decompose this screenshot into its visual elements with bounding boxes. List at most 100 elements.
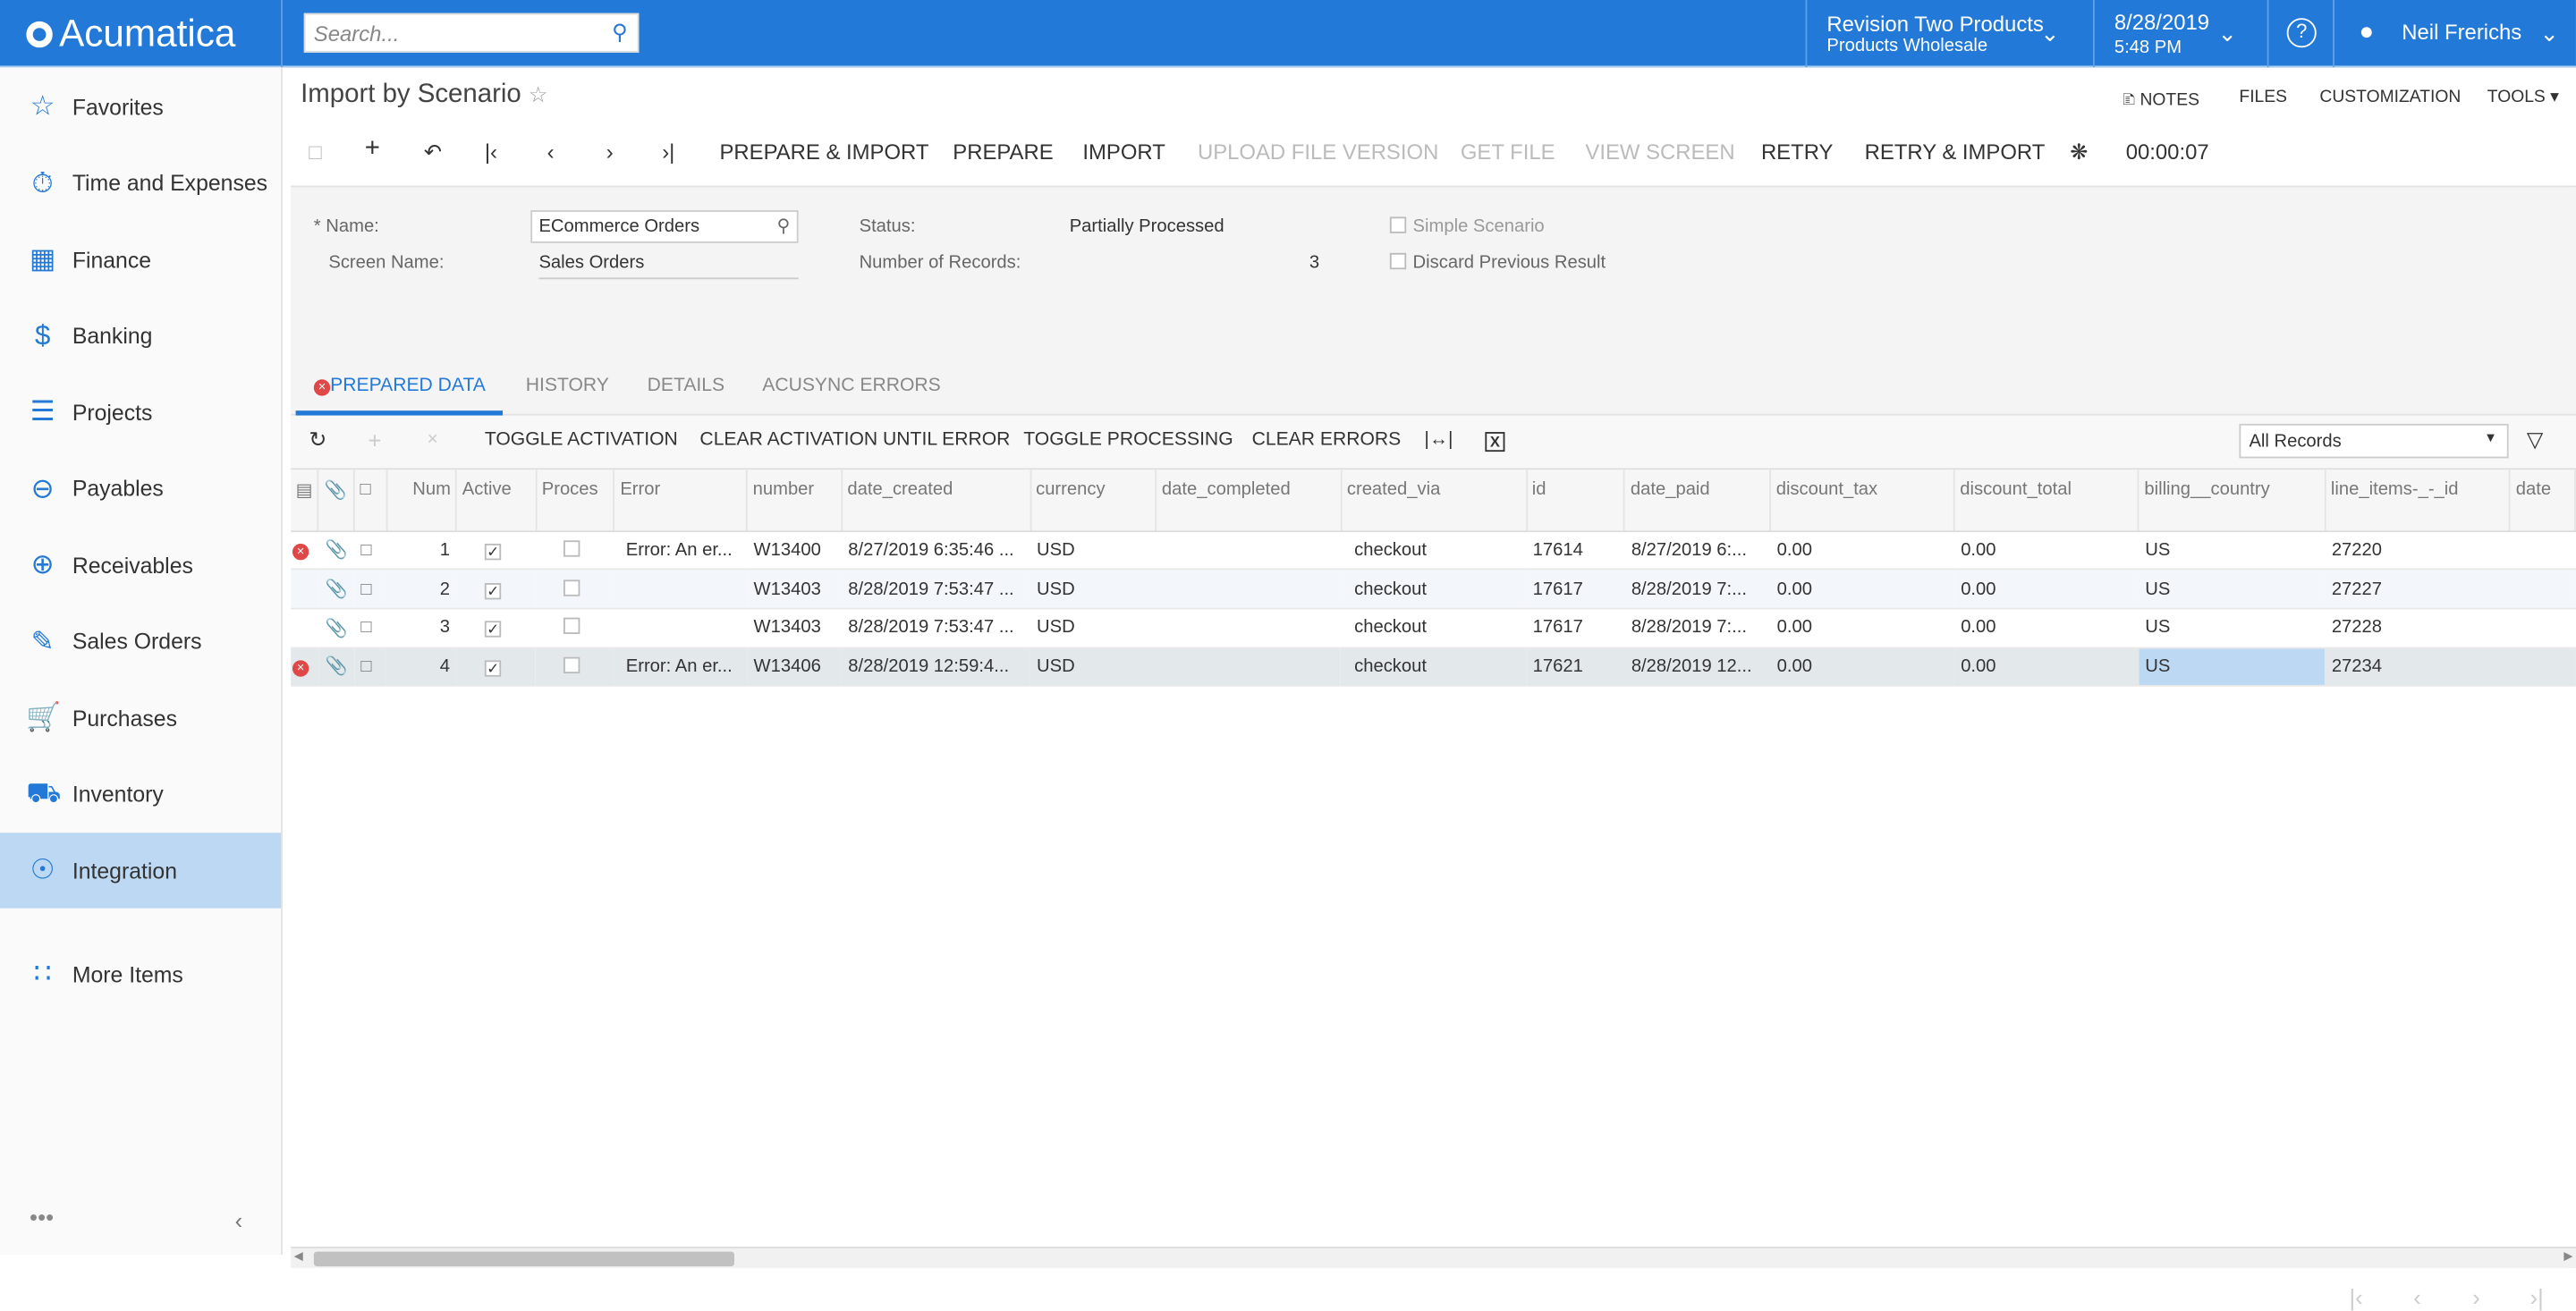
column-header[interactable]: date_created (841, 469, 1031, 532)
processed-checkbox[interactable] (536, 608, 614, 648)
note-icon[interactable]: □ (354, 647, 387, 688)
cell-date-paid[interactable]: 8/27/2019 6:... (1624, 530, 1771, 571)
chevron-down-icon[interactable]: ⌄ (2040, 20, 2060, 47)
delete-row-icon[interactable]: × (428, 430, 438, 450)
undo-icon[interactable]: ↶ (424, 140, 442, 165)
column-header[interactable]: date_paid (1624, 469, 1772, 532)
sidebar-item-projects[interactable]: ☰ Projects (0, 375, 281, 450)
chevron-down-icon[interactable]: ⌄ (2218, 20, 2238, 47)
active-checkbox[interactable]: ✓ (456, 530, 537, 571)
chevron-down-icon[interactable]: ⌄ (2540, 20, 2560, 47)
screen-name-field[interactable]: Sales Orders (538, 253, 799, 280)
table-row[interactable]: 📎 □ 2 ✓ W13403 8/28/2019 7:53:47 ... USD checko… (291, 569, 2576, 610)
user-menu[interactable]: Neil Frerichs (2402, 21, 2521, 45)
toggle-processing-button[interactable]: TOGGLE PROCESSING (1023, 430, 1233, 450)
sidebar-item-time-and-expenses[interactable]: ⏱ Time and Expenses (0, 146, 281, 221)
tab-details[interactable]: DETAILS (648, 376, 724, 396)
sidebar-item-sales-orders[interactable]: ✎ Sales Orders (0, 604, 281, 679)
horizontal-scrollbar[interactable]: ◀ ▶ (291, 1247, 2576, 1268)
cell-created-via[interactable]: checkout (1341, 608, 1527, 648)
sidebar-item-inventory[interactable]: ⛟ Inventory (0, 757, 281, 832)
sidebar-item-banking[interactable]: $ Banking (0, 298, 281, 373)
cell-date-completed[interactable] (1156, 569, 1342, 610)
cell-billing-country[interactable]: US (2138, 530, 2326, 571)
column-header[interactable]: discount_tax (1770, 469, 1955, 532)
cell-error[interactable] (614, 608, 748, 648)
add-icon[interactable]: + (365, 135, 380, 165)
column-header[interactable]: Error (614, 469, 749, 532)
cell-discount-total[interactable]: 0.00 (1953, 608, 2139, 648)
cell-discount-total[interactable]: 0.00 (1953, 647, 2139, 688)
cell-date-completed[interactable] (1156, 608, 1342, 648)
last-icon[interactable]: ›| (662, 140, 674, 165)
next-icon[interactable]: › (606, 140, 614, 165)
star-icon[interactable]: ☆ (529, 82, 547, 107)
active-checkbox[interactable]: ✓ (456, 608, 537, 648)
sidebar-item-favorites[interactable]: ☆ Favorites (0, 69, 281, 144)
clear-activation-button[interactable]: CLEAR ACTIVATION UNTIL ERROR (699, 430, 1010, 450)
note-icon[interactable]: □ (354, 569, 387, 610)
previous-icon[interactable]: ‹ (547, 140, 555, 165)
sidebar-item-payables[interactable]: ⊖ Payables (0, 451, 281, 526)
prepare-button[interactable]: PREPARE (953, 140, 1053, 165)
name-field[interactable]: ECommerce Orders ⚲ (530, 210, 799, 243)
cell-date-paid[interactable]: 8/28/2019 7:... (1624, 569, 1771, 610)
cell-discount-tax[interactable]: 0.00 (1770, 647, 1954, 688)
collapse-icon[interactable]: ‹ (235, 1207, 243, 1233)
column-header[interactable]: created_via (1341, 469, 1528, 532)
cell-line-items-id[interactable]: 27220 (2325, 530, 2511, 571)
active-checkbox[interactable]: ✓ (456, 569, 537, 610)
cell-currency[interactable]: USD (1030, 569, 1157, 610)
column-header[interactable]: id (1526, 469, 1626, 532)
attachment-icon[interactable]: 📎 (318, 569, 355, 610)
column-header[interactable]: Proces (536, 469, 615, 532)
records-filter-select[interactable]: All Records ▼ (2239, 423, 2509, 459)
table-row[interactable]: × 📎 □ 4 ✓ Error: An er... W13406 8/28/2019 12:5… (291, 647, 2576, 688)
search-icon[interactable]: ⚲ (777, 216, 791, 236)
column-header[interactable]: date_completed (1156, 469, 1343, 532)
last-page-icon[interactable]: ›| (2530, 1284, 2544, 1310)
note-icon[interactable]: □ (354, 530, 387, 571)
cell-billing-country[interactable]: US (2138, 608, 2326, 648)
table-row[interactable]: 📎 □ 3 ✓ W13403 8/28/2019 7:53:47 ... USD checko… (291, 608, 2576, 648)
attachment-icon[interactable]: 📎 (318, 647, 355, 688)
add-row-icon[interactable]: + (368, 427, 381, 453)
tab-prepared-data[interactable]: × PREPARED DATA (313, 376, 486, 396)
column-header[interactable]: number (747, 469, 843, 532)
column-header[interactable]: currency (1030, 469, 1157, 532)
cell-date-created[interactable]: 8/28/2019 7:53:47 ... (841, 569, 1030, 610)
attachment-icon[interactable]: 📎 (318, 530, 355, 571)
retry-button[interactable]: RETRY (1761, 140, 1833, 165)
filter-icon[interactable]: ▽ (2527, 427, 2543, 453)
column-header[interactable]: discount_total (1953, 469, 2140, 532)
cell-error[interactable] (614, 569, 748, 610)
search-icon[interactable]: ⚲ (612, 20, 628, 46)
cell-created-via[interactable]: checkout (1341, 647, 1527, 688)
cell-date-paid[interactable]: 8/28/2019 12... (1624, 647, 1771, 688)
cell-currency[interactable]: USD (1030, 647, 1157, 688)
cell-date-created[interactable]: 8/27/2019 6:35:46 ... (841, 530, 1030, 571)
cell-id[interactable]: 17617 (1526, 569, 1625, 610)
sidebar-item-more-items[interactable]: ∷ More Items (0, 936, 281, 1011)
logo[interactable]: Acumatica (26, 12, 235, 56)
branch-selector[interactable]: Revision Two Products Products Wholesale (1826, 13, 2043, 56)
discard-previous-checkbox[interactable]: Discard Previous Result (1389, 252, 1606, 273)
cell-discount-total[interactable]: 0.00 (1953, 530, 2139, 571)
date-selector[interactable]: 8/28/2019 5:48 PM (2114, 11, 2209, 57)
cell-date-created[interactable]: 8/28/2019 7:53:47 ... (841, 608, 1030, 648)
previous-page-icon[interactable]: ‹ (2413, 1284, 2421, 1310)
row-selector-header[interactable]: ▤ (291, 469, 320, 532)
tab-history[interactable]: HISTORY (526, 376, 609, 396)
tab-acusync-errors[interactable]: ACUSYNC ERRORS (762, 376, 941, 396)
attachment-icon[interactable]: 📎 (318, 608, 355, 648)
refresh-icon[interactable]: ↻ (309, 427, 326, 453)
cell-error[interactable]: Error: An er... (614, 530, 748, 571)
column-header[interactable]: Num (407, 469, 458, 532)
cell-date-completed[interactable] (1156, 530, 1342, 571)
fit-columns-icon[interactable]: |↔| (1424, 430, 1453, 450)
cell-discount-total[interactable]: 0.00 (1953, 569, 2139, 610)
tools-button[interactable]: TOOLS ▾ (2487, 87, 2559, 106)
files-button[interactable]: FILES (2239, 87, 2287, 106)
sidebar-item-finance[interactable]: ▦ Finance (0, 222, 281, 297)
column-header[interactable]: date (2510, 469, 2576, 532)
